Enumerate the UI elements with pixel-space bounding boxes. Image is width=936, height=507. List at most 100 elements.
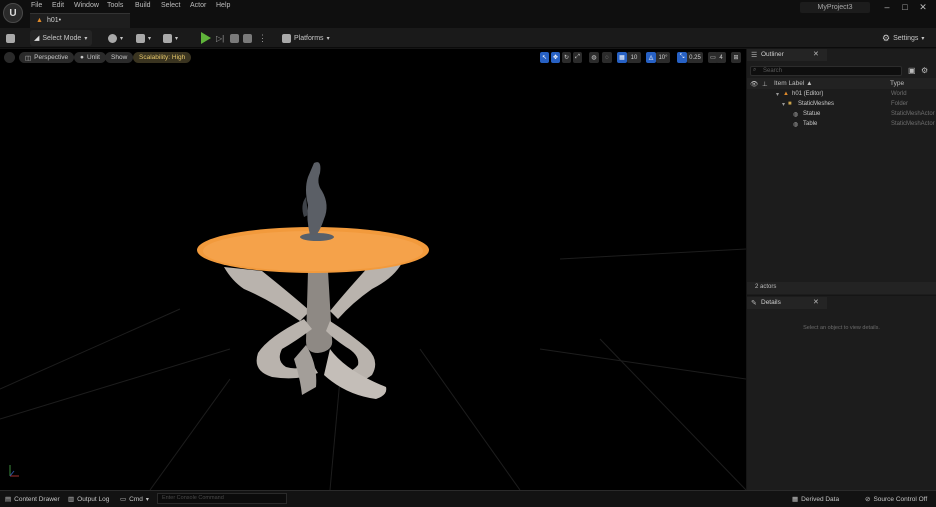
tree-row-type: StaticMeshActor [891,121,935,127]
tree-row[interactable]: ◍ Statue StaticMeshActor [747,111,936,121]
select-mode-label: Select Mode [42,34,82,42]
save-icon[interactable] [6,31,15,45]
output-log-button[interactable]: ▥ Output Log [68,495,110,504]
output-log-icon: ▥ [68,496,75,503]
tree-row[interactable]: ▾ ▲ h01 (Editor) World [747,91,936,101]
source-control-label: Source Control Off [873,495,928,503]
perspective-icon: ◫ [25,54,32,62]
level-tab[interactable]: ▲ h01• [30,13,130,28]
outliner-tab-label: Outliner [761,51,784,58]
tree-row[interactable]: ▾ ■ StaticMeshes Folder [747,101,936,111]
menu-file[interactable]: File [31,2,42,9]
source-control-button[interactable]: ⊘ Source Control Off [865,495,928,504]
add-folder-icon[interactable]: ▣ [908,66,916,75]
translate-tool-icon[interactable]: ✥ [551,52,560,63]
menu-tools[interactable]: Tools [107,2,123,9]
select-tool-icon[interactable]: ↖ [540,52,549,63]
level-tab-label: h01• [46,17,62,24]
chevron-down-icon: ▾ [84,35,88,42]
perspective-label: Perspective [34,54,69,61]
menu-help[interactable]: Help [216,2,230,9]
settings-dropdown[interactable]: ⚙ Settings ▾ [882,31,924,45]
console-input[interactable]: Enter Console Command [157,493,287,504]
platforms-dropdown[interactable]: Platforms ▾ [282,31,330,45]
project-name: MyProject3 [800,2,870,13]
rotate-tool-icon[interactable]: ↻ [562,52,571,63]
menu-window[interactable]: Window [74,2,99,9]
viewport-options-icon[interactable] [4,52,15,63]
details-empty-text: Select an object to view details. [803,325,880,331]
blueprints-icon[interactable]: ▾ [136,31,151,45]
show-label: Show [111,54,128,61]
rotation-snap-icon[interactable]: ◬ [646,52,656,63]
stop-icon[interactable] [230,31,239,45]
maximize-icon[interactable]: □ [898,2,912,14]
minimize-icon[interactable]: – [880,2,894,14]
close-window-icon[interactable]: ✕ [916,2,930,14]
cmd-icon: ▭ [120,496,127,503]
unlit-icon: ● [80,54,84,61]
menu-actor[interactable]: Actor [190,2,206,9]
tree-row-label: Table [803,121,818,127]
tree-row-type: StaticMeshActor [891,111,935,117]
eject-icon[interactable] [243,31,252,45]
derived-data-button[interactable]: ▦ Derived Data [792,495,840,504]
pin-icon[interactable]: ⊥ [762,80,768,88]
column-item-label[interactable]: Item Label ▲ [774,80,813,87]
details-tab-label: Details [761,299,781,306]
source-control-icon: ⊘ [865,496,871,503]
view-mode-label: Unlit [86,54,100,61]
level-viewport[interactable] [0,49,746,490]
menu-edit[interactable]: Edit [52,2,64,9]
actor-count: 2 actors [747,282,936,294]
surface-snap-icon[interactable]: ◌ [602,52,612,63]
platforms-icon [282,33,291,43]
select-mode-icon: ◢ [34,35,40,42]
scale-snap-icon[interactable]: ⤡ [677,52,687,63]
static-mesh-icon: ◍ [793,122,799,128]
cinematics-icon[interactable]: ▾ [163,31,178,45]
menu-build[interactable]: Build [135,2,151,9]
output-log-label: Output Log [77,495,110,503]
add-content-icon[interactable]: ▾ [108,31,123,45]
rotation-snap-value[interactable]: 10° [656,52,670,63]
derived-data-label: Derived Data [801,495,840,503]
gear-icon: ⚙ [882,32,891,43]
column-type[interactable]: Type [890,80,904,87]
tree-row[interactable]: ◍ Table StaticMeshActor [747,121,936,131]
tree-row-type: World [891,91,907,97]
grid-snap-value[interactable]: 10 [627,52,641,63]
visibility-icon[interactable]: 👁 [750,80,758,88]
play-options-icon[interactable]: ⋮ [258,31,267,45]
outliner-search-input[interactable]: Search [750,66,902,76]
camera-speed-value[interactable]: 4 [716,52,726,63]
content-drawer-button[interactable]: ▤ Content Drawer [5,495,60,504]
tree-row-label: h01 (Editor) [792,91,824,97]
view-mode-button[interactable]: ● Unlit [74,52,106,63]
unreal-logo-icon[interactable]: U [3,3,23,23]
scalability-button[interactable]: Scalability: High [133,52,192,63]
scale-snap-value[interactable]: 0.25 [687,52,703,63]
scale-tool-icon[interactable]: ⤢ [573,52,582,63]
cmd-dropdown[interactable]: ▭ Cmd ▾ [120,495,149,504]
world-icon: ▲ [783,91,789,97]
derived-data-icon: ▦ [792,496,799,503]
outliner-settings-icon[interactable]: ⚙ [921,66,928,75]
world-local-icon[interactable]: ◍ [589,52,599,63]
select-mode-dropdown[interactable]: ◢ Select Mode ▾ [30,30,92,46]
layout-icon[interactable]: ⊞ [731,52,741,63]
close-details-icon[interactable]: ✕ [813,298,819,306]
step-icon[interactable]: ▷| [216,31,224,45]
search-icon: ⌕ [753,67,757,73]
perspective-button[interactable]: ◫ Perspective [19,52,75,63]
tree-row-label: StaticMeshes [798,101,835,107]
menu-select[interactable]: Select [161,2,180,9]
content-drawer-label: Content Drawer [14,495,60,503]
close-outliner-icon[interactable]: ✕ [813,50,819,58]
folder-icon: ■ [788,101,792,107]
grid-snap-icon[interactable]: ▦ [617,52,627,63]
tree-row-label: Statue [803,111,821,117]
show-button[interactable]: Show [105,52,134,63]
tree-row-type: Folder [891,101,909,107]
play-icon[interactable] [200,31,212,45]
